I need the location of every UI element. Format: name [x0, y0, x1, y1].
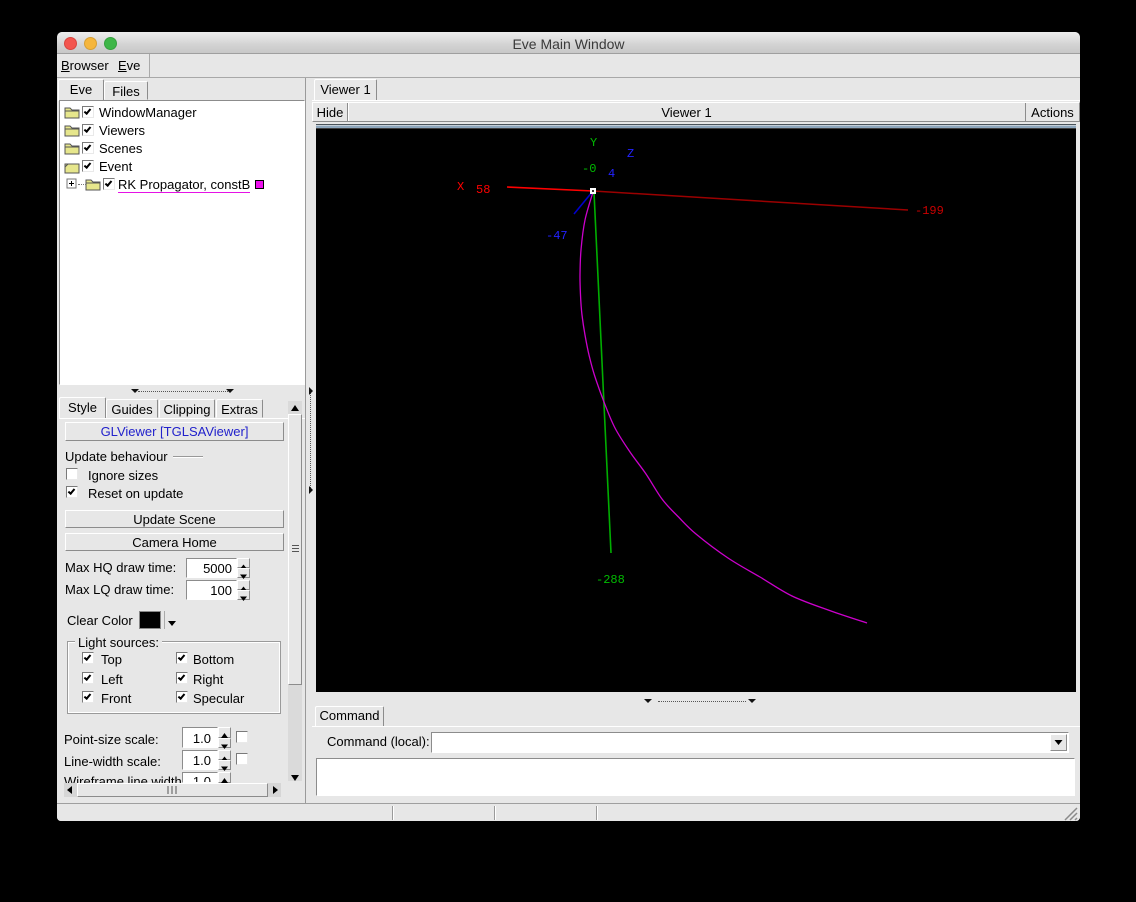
svg-text:-288: -288: [596, 573, 625, 587]
svg-text:-47: -47: [546, 229, 568, 243]
svg-text:X: X: [457, 180, 464, 194]
svg-text:4: 4: [608, 167, 615, 181]
svg-text:-199: -199: [915, 204, 944, 218]
svg-text:Z: Z: [627, 147, 634, 161]
svg-text:-0: -0: [582, 162, 596, 176]
svg-text:58: 58: [476, 183, 490, 197]
svg-text:Y: Y: [590, 136, 597, 150]
